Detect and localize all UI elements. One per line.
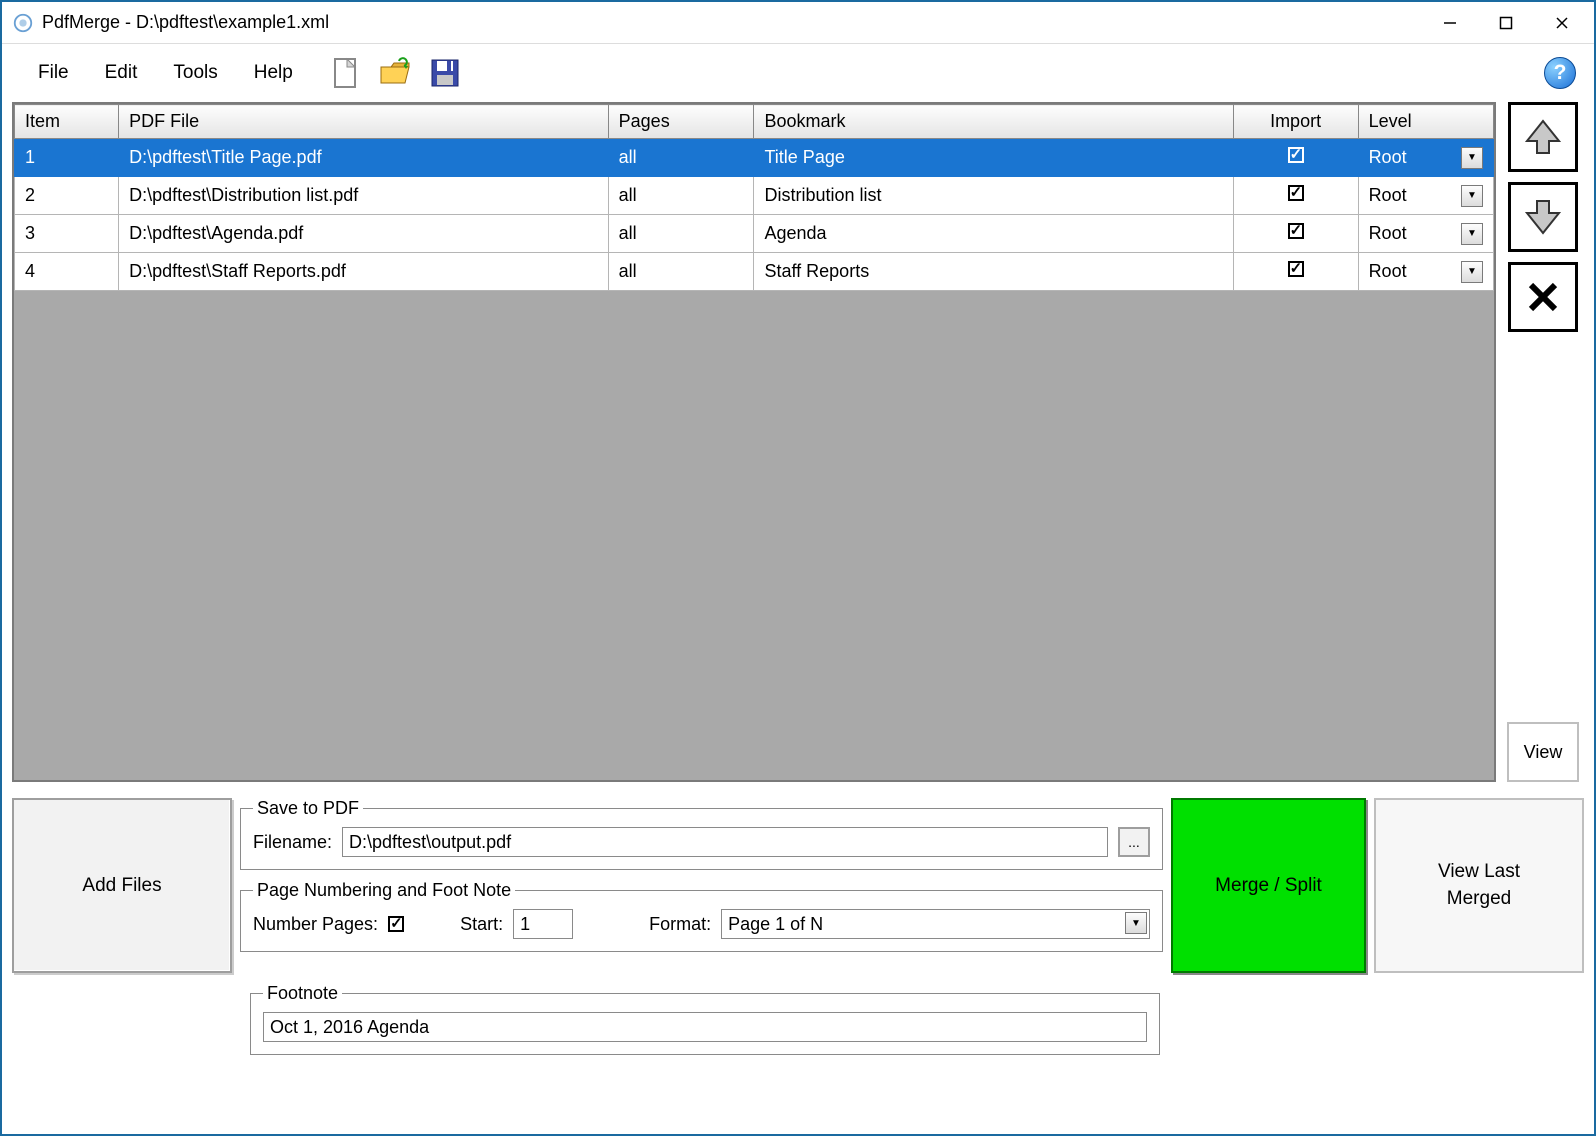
import-checkbox[interactable] — [1288, 185, 1304, 201]
save-icon[interactable] — [425, 53, 465, 93]
col-header-bookmark[interactable]: Bookmark — [754, 105, 1233, 139]
cell-file[interactable]: D:\pdftest\Title Page.pdf — [119, 139, 609, 177]
page-numbering-legend: Page Numbering and Foot Note — [253, 880, 515, 901]
chevron-down-icon[interactable] — [1461, 261, 1483, 283]
import-checkbox[interactable] — [1288, 223, 1304, 239]
maximize-button[interactable] — [1478, 3, 1534, 43]
start-label: Start: — [460, 914, 503, 935]
merge-split-button[interactable]: Merge / Split — [1171, 798, 1366, 973]
delete-row-button[interactable] — [1508, 262, 1578, 332]
file-table[interactable]: Item PDF File Pages Bookmark Import Leve… — [12, 102, 1496, 782]
col-header-level[interactable]: Level — [1358, 105, 1493, 139]
minimize-button[interactable] — [1422, 3, 1478, 43]
app-icon — [12, 12, 34, 34]
table-row[interactable]: 1D:\pdftest\Title Page.pdfallTitle Page R… — [15, 139, 1494, 177]
cell-bookmark[interactable]: Staff Reports — [754, 253, 1233, 291]
format-select[interactable] — [721, 909, 1150, 939]
cell-level[interactable]: Root — [1358, 215, 1493, 253]
menubar: File Edit Tools Help ? — [2, 44, 1594, 102]
number-pages-label: Number Pages: — [253, 914, 378, 935]
table-row[interactable]: 2D:\pdftest\Distribution list.pdfallDist… — [15, 177, 1494, 215]
cell-item[interactable]: 1 — [15, 139, 119, 177]
cell-import[interactable] — [1233, 215, 1358, 253]
titlebar: PdfMerge - D:\pdftest\example1.xml — [2, 2, 1594, 44]
cell-level[interactable]: Root — [1358, 253, 1493, 291]
help-icon[interactable]: ? — [1544, 57, 1576, 89]
view-button[interactable]: View — [1507, 722, 1579, 782]
close-button[interactable] — [1534, 3, 1590, 43]
page-numbering-group: Page Numbering and Foot Note Number Page… — [240, 880, 1163, 952]
open-folder-icon[interactable] — [375, 53, 415, 93]
table-row[interactable]: 3D:\pdftest\Agenda.pdfallAgenda Root — [15, 215, 1494, 253]
move-up-button[interactable] — [1508, 102, 1578, 172]
move-down-button[interactable] — [1508, 182, 1578, 252]
cell-pages[interactable]: all — [608, 253, 754, 291]
col-header-pages[interactable]: Pages — [608, 105, 754, 139]
cell-item[interactable]: 4 — [15, 253, 119, 291]
cell-pages[interactable]: all — [608, 177, 754, 215]
footnote-input[interactable] — [263, 1012, 1147, 1042]
cell-import[interactable] — [1233, 177, 1358, 215]
cell-import[interactable] — [1233, 253, 1358, 291]
footnote-legend: Footnote — [263, 983, 342, 1004]
window-title: PdfMerge - D:\pdftest\example1.xml — [42, 12, 1422, 33]
cell-level[interactable]: Root — [1358, 139, 1493, 177]
cell-item[interactable]: 2 — [15, 177, 119, 215]
col-header-import[interactable]: Import — [1233, 105, 1358, 139]
cell-import[interactable] — [1233, 139, 1358, 177]
view-last-merged-button[interactable]: View Last Merged — [1374, 798, 1584, 973]
chevron-down-icon[interactable] — [1461, 185, 1483, 207]
save-to-pdf-group: Save to PDF Filename: ... — [240, 798, 1163, 870]
menu-file[interactable]: File — [20, 56, 87, 90]
cell-bookmark[interactable]: Distribution list — [754, 177, 1233, 215]
cell-file[interactable]: D:\pdftest\Agenda.pdf — [119, 215, 609, 253]
chevron-down-icon[interactable] — [1461, 223, 1483, 245]
import-checkbox[interactable] — [1288, 147, 1304, 163]
cell-file[interactable]: D:\pdftest\Distribution list.pdf — [119, 177, 609, 215]
cell-file[interactable]: D:\pdftest\Staff Reports.pdf — [119, 253, 609, 291]
cell-pages[interactable]: all — [608, 139, 754, 177]
format-label: Format: — [649, 914, 711, 935]
cell-bookmark[interactable]: Title Page — [754, 139, 1233, 177]
cell-bookmark[interactable]: Agenda — [754, 215, 1233, 253]
save-to-pdf-legend: Save to PDF — [253, 798, 363, 819]
window-controls — [1422, 3, 1590, 43]
number-pages-checkbox[interactable] — [388, 916, 404, 932]
footnote-group: Footnote — [250, 983, 1160, 1055]
browse-output-button[interactable]: ... — [1118, 827, 1150, 857]
menu-help[interactable]: Help — [236, 56, 311, 90]
chevron-down-icon[interactable] — [1461, 147, 1483, 169]
menu-edit[interactable]: Edit — [87, 56, 156, 90]
start-input[interactable] — [513, 909, 573, 939]
new-file-icon[interactable] — [325, 53, 365, 93]
col-header-pdf-file[interactable]: PDF File — [119, 105, 609, 139]
cell-item[interactable]: 3 — [15, 215, 119, 253]
cell-level[interactable]: Root — [1358, 177, 1493, 215]
table-row[interactable]: 4D:\pdftest\Staff Reports.pdfallStaff Re… — [15, 253, 1494, 291]
filename-label: Filename: — [253, 832, 332, 853]
col-header-item[interactable]: Item — [15, 105, 119, 139]
import-checkbox[interactable] — [1288, 261, 1304, 277]
add-files-button[interactable]: Add Files — [12, 798, 232, 973]
menu-tools[interactable]: Tools — [155, 56, 235, 90]
chevron-down-icon[interactable] — [1125, 912, 1147, 934]
cell-pages[interactable]: all — [608, 215, 754, 253]
filename-input[interactable] — [342, 827, 1108, 857]
